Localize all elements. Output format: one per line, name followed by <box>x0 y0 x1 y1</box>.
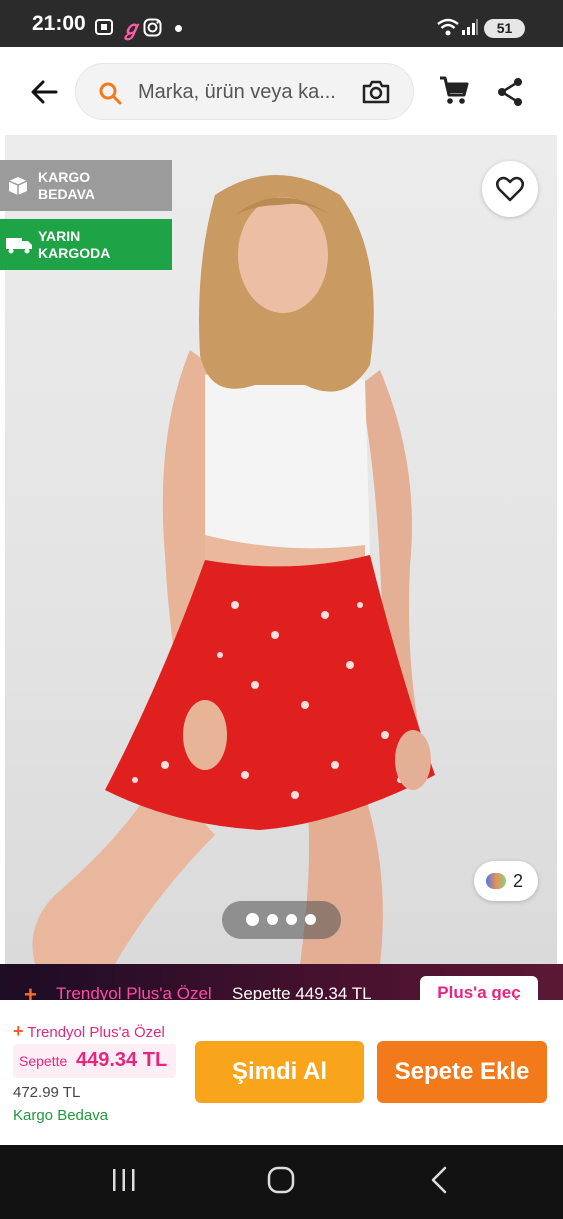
cart-icon[interactable] <box>438 75 470 107</box>
cart-price-box: Sepette 449.34 TL <box>13 1044 176 1078</box>
wifi-icon <box>437 18 459 36</box>
gallery-dot[interactable] <box>267 914 278 925</box>
search-icon <box>99 82 122 105</box>
gallery-dot[interactable] <box>286 914 297 925</box>
camera-icon[interactable] <box>361 79 391 105</box>
color-variants-button[interactable]: 2 <box>474 861 538 901</box>
promo-price-text: Sepette 449.34 TL <box>232 984 372 1000</box>
gallery-pagination[interactable] <box>222 901 341 939</box>
plus-icon: + <box>24 982 37 1000</box>
plus-join-button[interactable]: Plus'a geç <box>420 976 538 1000</box>
plus-special-label: Trendyol Plus'a Özel <box>27 1024 165 1041</box>
back-icon[interactable] <box>429 1166 449 1194</box>
screenshot-icon <box>95 19 113 35</box>
buy-now-button[interactable]: Şimdi Al <box>195 1041 364 1103</box>
add-to-cart-button[interactable]: Sepete Ekle <box>377 1041 547 1103</box>
status-time: 21:00 <box>32 12 86 35</box>
dot-icon <box>175 25 182 32</box>
badge-ships-tomorrow: YARIN KARGODA <box>0 219 172 270</box>
cart-price: 449.34 TL <box>76 1049 168 1071</box>
cart-price-label: Sepette <box>19 1053 68 1069</box>
status-bar: 21:00 ℊ 51 <box>0 0 563 47</box>
gallery-dot-active[interactable] <box>246 913 259 926</box>
heart-icon <box>496 176 524 202</box>
search-placeholder: Marka, ürün veya ka... <box>138 81 336 103</box>
home-icon[interactable] <box>267 1166 295 1194</box>
plus-special-line: + Trendyol Plus'a Özel <box>13 1021 165 1042</box>
badge-free-shipping: KARGO BEDAVA <box>0 160 172 211</box>
badge-ships-tomorrow-label: YARIN KARGODA <box>38 228 111 261</box>
android-nav-bar <box>0 1145 563 1219</box>
recent-apps-icon[interactable] <box>110 1167 138 1193</box>
instagram-icon <box>143 18 162 37</box>
signal-icon <box>462 19 478 35</box>
badge-free-shipping-label: KARGO BEDAVA <box>38 169 96 202</box>
promo-plus-label: Trendyol Plus'a Özel <box>56 984 212 1000</box>
truck-icon <box>6 238 32 254</box>
app-icon: ℊ <box>121 18 141 40</box>
box-icon <box>8 177 28 195</box>
color-swatch-icon <box>486 873 506 889</box>
battery-indicator: 51 <box>484 19 525 38</box>
favorite-button[interactable] <box>482 161 538 217</box>
top-header: Marka, ürün veya ka... <box>0 47 563 135</box>
gallery-dot[interactable] <box>305 914 316 925</box>
free-shipping-text: Kargo Bedava <box>13 1107 109 1124</box>
search-input[interactable]: Marka, ürün veya ka... <box>75 63 414 120</box>
original-price: 472.99 TL <box>13 1084 81 1101</box>
color-count: 2 <box>513 871 524 891</box>
plus-icon: + <box>13 1021 24 1041</box>
plus-promo-bar: + Trendyol Plus'a Özel Sepette 449.34 TL… <box>0 964 563 1000</box>
purchase-panel: + Trendyol Plus'a Özel Sepette 449.34 TL… <box>0 1000 563 1145</box>
share-icon[interactable] <box>496 77 524 107</box>
back-arrow-icon[interactable] <box>29 78 59 106</box>
